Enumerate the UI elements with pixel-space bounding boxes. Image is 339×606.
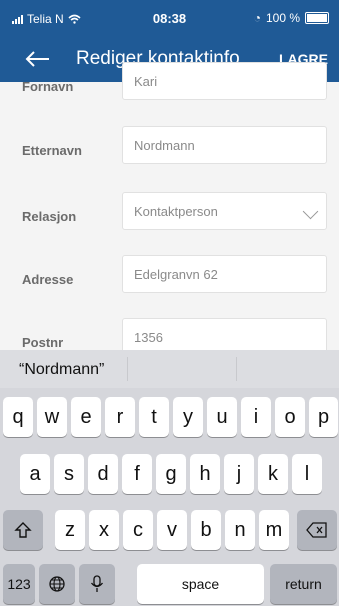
key-e[interactable]: e	[71, 397, 101, 437]
key-p[interactable]: p	[309, 397, 338, 437]
suggestion-word[interactable]: “Nordmann”	[19, 361, 104, 379]
key-t[interactable]: t	[139, 397, 169, 437]
key-u[interactable]: u	[207, 397, 237, 437]
fornavn-input[interactable]: Kari	[122, 62, 327, 100]
return-key[interactable]: return	[270, 564, 337, 604]
key-s[interactable]: s	[54, 454, 84, 494]
key-l[interactable]: l	[292, 454, 322, 494]
suggestion-divider	[127, 357, 128, 381]
key-h[interactable]: h	[190, 454, 220, 494]
key-v[interactable]: v	[157, 510, 187, 550]
key-m[interactable]: m	[259, 510, 289, 550]
key-b[interactable]: b	[191, 510, 221, 550]
shift-key[interactable]	[3, 510, 43, 550]
on-screen-keyboard: “Nordmann” q w e r t y u i o p a s d f g…	[0, 350, 339, 606]
status-bar: Telia N 08:38 ◔ 100 %	[0, 0, 339, 34]
space-key[interactable]: space	[137, 564, 264, 604]
globe-icon	[49, 576, 65, 592]
field-row-relasjon: Relasjon Kontaktperson	[0, 192, 339, 242]
key-q[interactable]: q	[3, 397, 33, 437]
relasjon-select[interactable]: Kontaktperson	[122, 192, 327, 230]
globe-key[interactable]	[39, 564, 75, 604]
field-label-etternavn: Etternavn	[22, 143, 82, 158]
field-label-relasjon: Relasjon	[22, 209, 77, 224]
key-w[interactable]: w	[37, 397, 67, 437]
suggestion-divider	[236, 357, 237, 381]
status-icons: ◔ 100 %	[254, 11, 329, 25]
etternavn-value: Nordmann	[134, 137, 195, 153]
field-row-fornavn: Fornavn Kari	[0, 62, 339, 112]
chevron-down-icon	[302, 203, 319, 220]
microphone-icon	[90, 575, 104, 592]
field-label-adresse: Adresse	[22, 272, 74, 287]
adresse-value: Edelgranvn 62	[134, 266, 218, 282]
field-row-etternavn: Etternavn Nordmann	[0, 126, 339, 176]
key-r[interactable]: r	[105, 397, 135, 437]
key-d[interactable]: d	[88, 454, 118, 494]
relasjon-value: Kontaktperson	[134, 203, 218, 219]
field-label-postnr: Postnr	[22, 335, 64, 350]
adresse-input[interactable]: Edelgranvn 62	[122, 255, 327, 293]
key-i[interactable]: i	[241, 397, 271, 437]
key-n[interactable]: n	[225, 510, 255, 550]
alarm-icon: ◔	[253, 11, 261, 25]
key-j[interactable]: j	[224, 454, 254, 494]
key-c[interactable]: c	[123, 510, 153, 550]
key-z[interactable]: z	[55, 510, 85, 550]
contact-form: Fornavn Kari Etternavn Nordmann Relasjon…	[0, 62, 339, 356]
postnr-value: 1356	[134, 329, 163, 345]
microphone-key[interactable]	[79, 564, 115, 604]
key-f[interactable]: f	[122, 454, 152, 494]
field-row-adresse: Adresse Edelgranvn 62	[0, 255, 339, 305]
battery-text: 100 %	[265, 11, 300, 25]
key-o[interactable]: o	[275, 397, 305, 437]
key-k[interactable]: k	[258, 454, 288, 494]
battery-icon	[305, 12, 329, 24]
key-x[interactable]: x	[89, 510, 119, 550]
key-a[interactable]: a	[20, 454, 50, 494]
delete-icon	[306, 522, 327, 538]
numbers-key[interactable]: 123	[3, 564, 35, 604]
field-label-fornavn: Fornavn	[22, 79, 74, 94]
shift-icon	[14, 522, 32, 538]
key-g[interactable]: g	[156, 454, 186, 494]
key-y[interactable]: y	[173, 397, 203, 437]
delete-key[interactable]	[297, 510, 337, 550]
suggestion-bar: “Nordmann”	[0, 350, 339, 388]
etternavn-input[interactable]: Nordmann	[122, 126, 327, 164]
fornavn-value: Kari	[134, 73, 158, 89]
